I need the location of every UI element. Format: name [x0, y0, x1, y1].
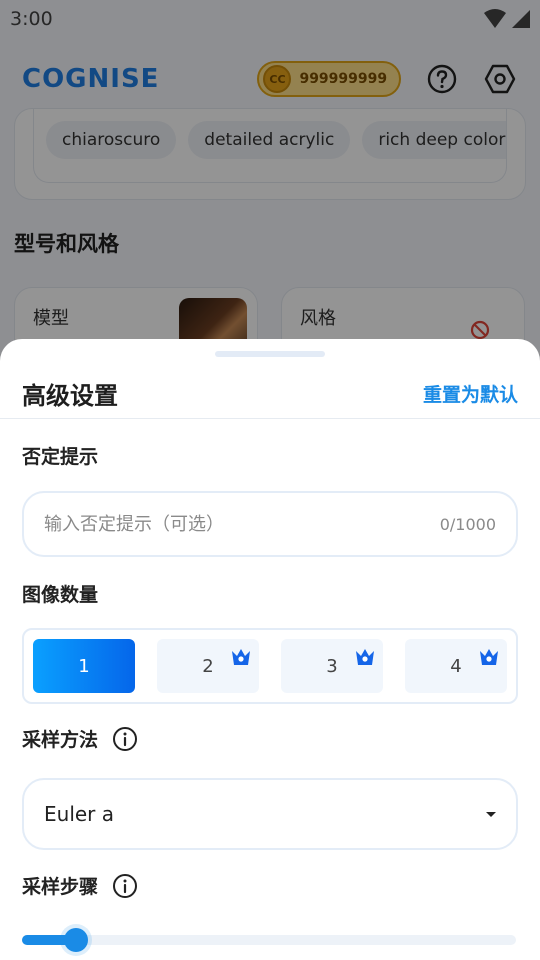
dropdown-caret-icon	[486, 811, 496, 817]
steps-label: 采样步骤	[22, 872, 138, 899]
image-count-option-3[interactable]: 3	[281, 639, 383, 693]
negative-prompt-label: 否定提示	[22, 442, 98, 469]
image-count-option-2[interactable]: 2	[157, 639, 259, 693]
image-count-option-label: 4	[450, 655, 462, 677]
slider-thumb[interactable]	[64, 928, 88, 952]
sampler-selected-value: Euler a	[44, 802, 115, 826]
info-icon[interactable]	[112, 873, 138, 899]
negative-prompt-input[interactable]	[44, 513, 440, 535]
sheet-header: 高级设置 重置为默认	[0, 369, 540, 419]
steps-label-text: 采样步骤	[22, 876, 99, 898]
premium-crown-icon	[480, 649, 498, 665]
sampler-select[interactable]: Euler a	[22, 778, 518, 850]
slider-track	[22, 935, 516, 945]
sampler-label: 采样方法	[22, 725, 138, 752]
premium-crown-icon	[232, 649, 250, 665]
advanced-settings-sheet: 高级设置 重置为默认 否定提示 0/1000 图像数量 1 2 3 4 采样方法	[0, 339, 540, 960]
negative-prompt-label-text: 否定提示	[22, 446, 99, 468]
sheet-title: 高级设置	[22, 382, 118, 410]
image-count-label: 图像数量	[22, 580, 98, 607]
negative-prompt-field[interactable]: 0/1000	[22, 491, 518, 557]
image-count-option-4[interactable]: 4	[405, 639, 507, 693]
reset-default-button[interactable]: 重置为默认	[423, 380, 518, 407]
info-icon[interactable]	[112, 726, 138, 752]
image-count-label-text: 图像数量	[22, 584, 99, 606]
image-count-option-1[interactable]: 1	[33, 639, 135, 693]
steps-slider[interactable]	[22, 928, 516, 952]
image-count-option-label: 1	[78, 655, 90, 677]
image-count-selector: 1 2 3 4	[22, 628, 518, 704]
image-count-option-label: 3	[326, 655, 338, 677]
premium-crown-icon	[356, 649, 374, 665]
sheet-drag-handle[interactable]	[215, 351, 325, 357]
char-counter: 0/1000	[439, 514, 496, 534]
image-count-option-label: 2	[202, 655, 214, 677]
sampler-label-text: 采样方法	[22, 729, 99, 751]
